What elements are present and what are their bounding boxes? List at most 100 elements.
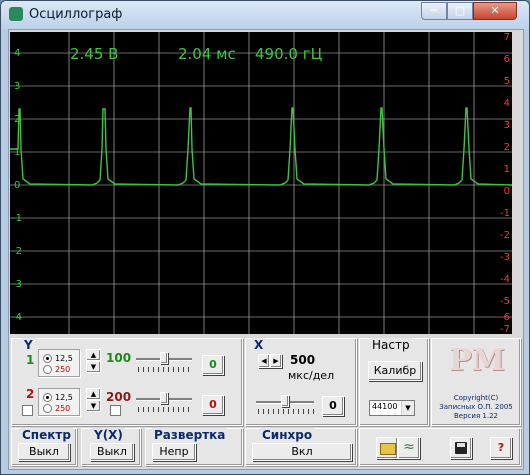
ch2-range-group: 12,5 250 <box>38 388 80 416</box>
ch1-slider-ticks <box>138 367 192 372</box>
right-axis-label: -5 <box>500 296 510 307</box>
folder-icon <box>380 443 396 455</box>
ch2-stepper[interactable]: ▲ ▼ <box>86 388 101 412</box>
ch2-up-arrow-icon[interactable]: ▲ <box>86 388 101 400</box>
oscilloscope-screen: 2.45 В 2.04 мс 490.0 гЦ 4 3 2 1 0 -1 -2 … <box>10 32 513 335</box>
left-axis-label: 2 <box>14 114 20 125</box>
x-left-arrow-icon[interactable]: ◀ <box>258 354 270 368</box>
y-panel: Y 1 12,5 250 ▲ ▼ 100 0 2 12,5 250 ▲ ▼ 20… <box>11 338 243 426</box>
open-file-button[interactable] <box>376 437 398 459</box>
scope-graph: 2.45 В 2.04 мс 490.0 гЦ 4 3 2 1 0 -1 -2 … <box>10 32 513 335</box>
ch2-range-radio-a[interactable] <box>43 393 52 402</box>
ch1-slider[interactable] <box>136 352 192 364</box>
right-axis-label: -6 <box>500 312 510 323</box>
voltage-readout: 2.45 В <box>70 45 118 63</box>
x-zero-button[interactable]: 0 <box>322 396 344 416</box>
x-slider-thumb[interactable] <box>281 395 289 407</box>
client-area: 2.45 В 2.04 мс 490.0 гЦ 4 3 2 1 0 -1 -2 … <box>8 29 524 470</box>
x-right-arrow-icon[interactable]: ▶ <box>270 354 282 368</box>
ch1-label: 1 <box>26 353 35 367</box>
left-axis-label: -4 <box>12 312 22 323</box>
author-label: Записных О.П. 2005 <box>439 403 513 411</box>
ch1-slider-thumb[interactable] <box>160 352 168 364</box>
ch2-checkbox[interactable] <box>22 405 33 416</box>
ch1-down-arrow-icon[interactable]: ▼ <box>86 361 101 373</box>
right-axis-label: -4 <box>500 274 510 285</box>
left-axis-label: 0 <box>14 180 20 191</box>
left-axis-label: 1 <box>14 147 20 158</box>
sweep-panel: Развертка Непр <box>145 428 243 466</box>
x-timebase-value: 500 <box>290 353 316 367</box>
x-slider[interactable] <box>256 395 314 407</box>
signal-trace <box>10 107 513 186</box>
oscilloscope-window: Осциллограф ─ □ ✕ 2.45 В 2.04 мс 490.0 г… <box>0 0 530 475</box>
close-button[interactable]: ✕ <box>473 2 517 20</box>
left-axis-label: -2 <box>12 246 22 257</box>
ch2-down-arrow-icon[interactable]: ▼ <box>86 400 101 412</box>
sample-rate-value: 44100 <box>372 402 398 411</box>
right-axis-label: 7 <box>504 32 510 43</box>
right-axis-label: -3 <box>500 252 510 263</box>
wave-button[interactable]: ≈ <box>398 437 420 459</box>
sync-toggle-button[interactable]: Вкл <box>252 443 352 461</box>
left-axis-label: 4 <box>14 48 20 59</box>
yx-toggle-button[interactable]: Выкл <box>90 443 134 461</box>
ch2-range-radio-b[interactable] <box>43 404 52 413</box>
x-slider-ticks <box>258 409 314 414</box>
ch2-range-label-a: 12,5 <box>55 393 73 402</box>
sweep-label: Развертка <box>152 428 228 442</box>
version-label: Версия 1.22 <box>454 412 498 420</box>
close-icon: ✕ <box>490 4 500 17</box>
ch2-range-label-b: 250 <box>55 404 71 413</box>
ch2-slider[interactable] <box>136 392 192 404</box>
right-axis-label: 1 <box>504 164 510 175</box>
ch2-slider-thumb[interactable] <box>160 392 168 404</box>
wave-icon: ≈ <box>403 439 415 455</box>
ch1-range-label-b: 250 <box>55 365 71 374</box>
calibrate-button[interactable]: Калибр <box>368 361 422 381</box>
pm-logo: PM <box>449 343 505 378</box>
ch1-up-arrow-icon[interactable]: ▲ <box>86 349 101 361</box>
save-button[interactable] <box>450 437 472 459</box>
ch2-label: 2 <box>26 387 35 401</box>
title-bar[interactable]: Осциллограф ─ □ ✕ <box>1 1 529 29</box>
right-axis-label: -1 <box>500 208 510 219</box>
help-button[interactable]: ? <box>490 437 512 459</box>
ch1-range-group: 12,5 250 <box>38 349 80 377</box>
ch1-range-radio-b[interactable] <box>43 365 52 374</box>
spectrum-panel: Спектр Выкл <box>11 428 77 466</box>
yx-label: Y(X) <box>92 428 125 442</box>
floppy-disk-icon <box>455 442 467 454</box>
left-axis-label: -1 <box>12 213 22 224</box>
ch2-zero-button[interactable]: 0 <box>202 395 224 415</box>
maximize-button[interactable]: □ <box>447 2 473 20</box>
chevron-down-icon[interactable]: ▼ <box>401 401 414 415</box>
spectrum-toggle-button[interactable]: Выкл <box>18 443 70 461</box>
right-axis-label: -7 <box>500 324 510 334</box>
yx-panel: Y(X) Выкл <box>81 428 141 466</box>
ch2-slider-ticks <box>138 407 192 412</box>
left-axis-label: -3 <box>12 279 22 290</box>
logo-panel: PM Copyright(C) Записных О.П. 2005 Верси… <box>431 338 521 426</box>
right-axis-label: 0 <box>504 186 510 197</box>
sample-rate-select[interactable]: 44100 ▼ <box>369 400 415 416</box>
ch2-value: 200 <box>106 390 132 404</box>
ch1-range-radio-a[interactable] <box>43 354 52 363</box>
minimize-icon: ─ <box>430 4 438 17</box>
sweep-mode-button[interactable]: Непр <box>152 443 196 461</box>
ch2-invert-checkbox[interactable] <box>110 405 121 416</box>
ch1-stepper[interactable]: ▲ ▼ <box>86 349 101 373</box>
app-icon <box>9 7 23 21</box>
right-axis-label: 3 <box>504 120 510 131</box>
minimize-button[interactable]: ─ <box>421 2 447 20</box>
period-readout: 2.04 мс <box>178 45 236 63</box>
right-axis-label: 5 <box>504 76 510 87</box>
x-panel-label: X <box>252 338 266 352</box>
spectrum-label: Спектр <box>20 428 73 442</box>
x-panel: X ◀ ▶ 500 мкс/дел 0 <box>245 338 357 426</box>
x-timebase-unit: мкс/дел <box>288 369 335 382</box>
ch1-value: 100 <box>106 351 132 365</box>
maximize-icon: □ <box>454 4 466 17</box>
ch1-zero-button[interactable]: 0 <box>202 355 224 375</box>
right-axis-label: 2 <box>504 142 510 153</box>
